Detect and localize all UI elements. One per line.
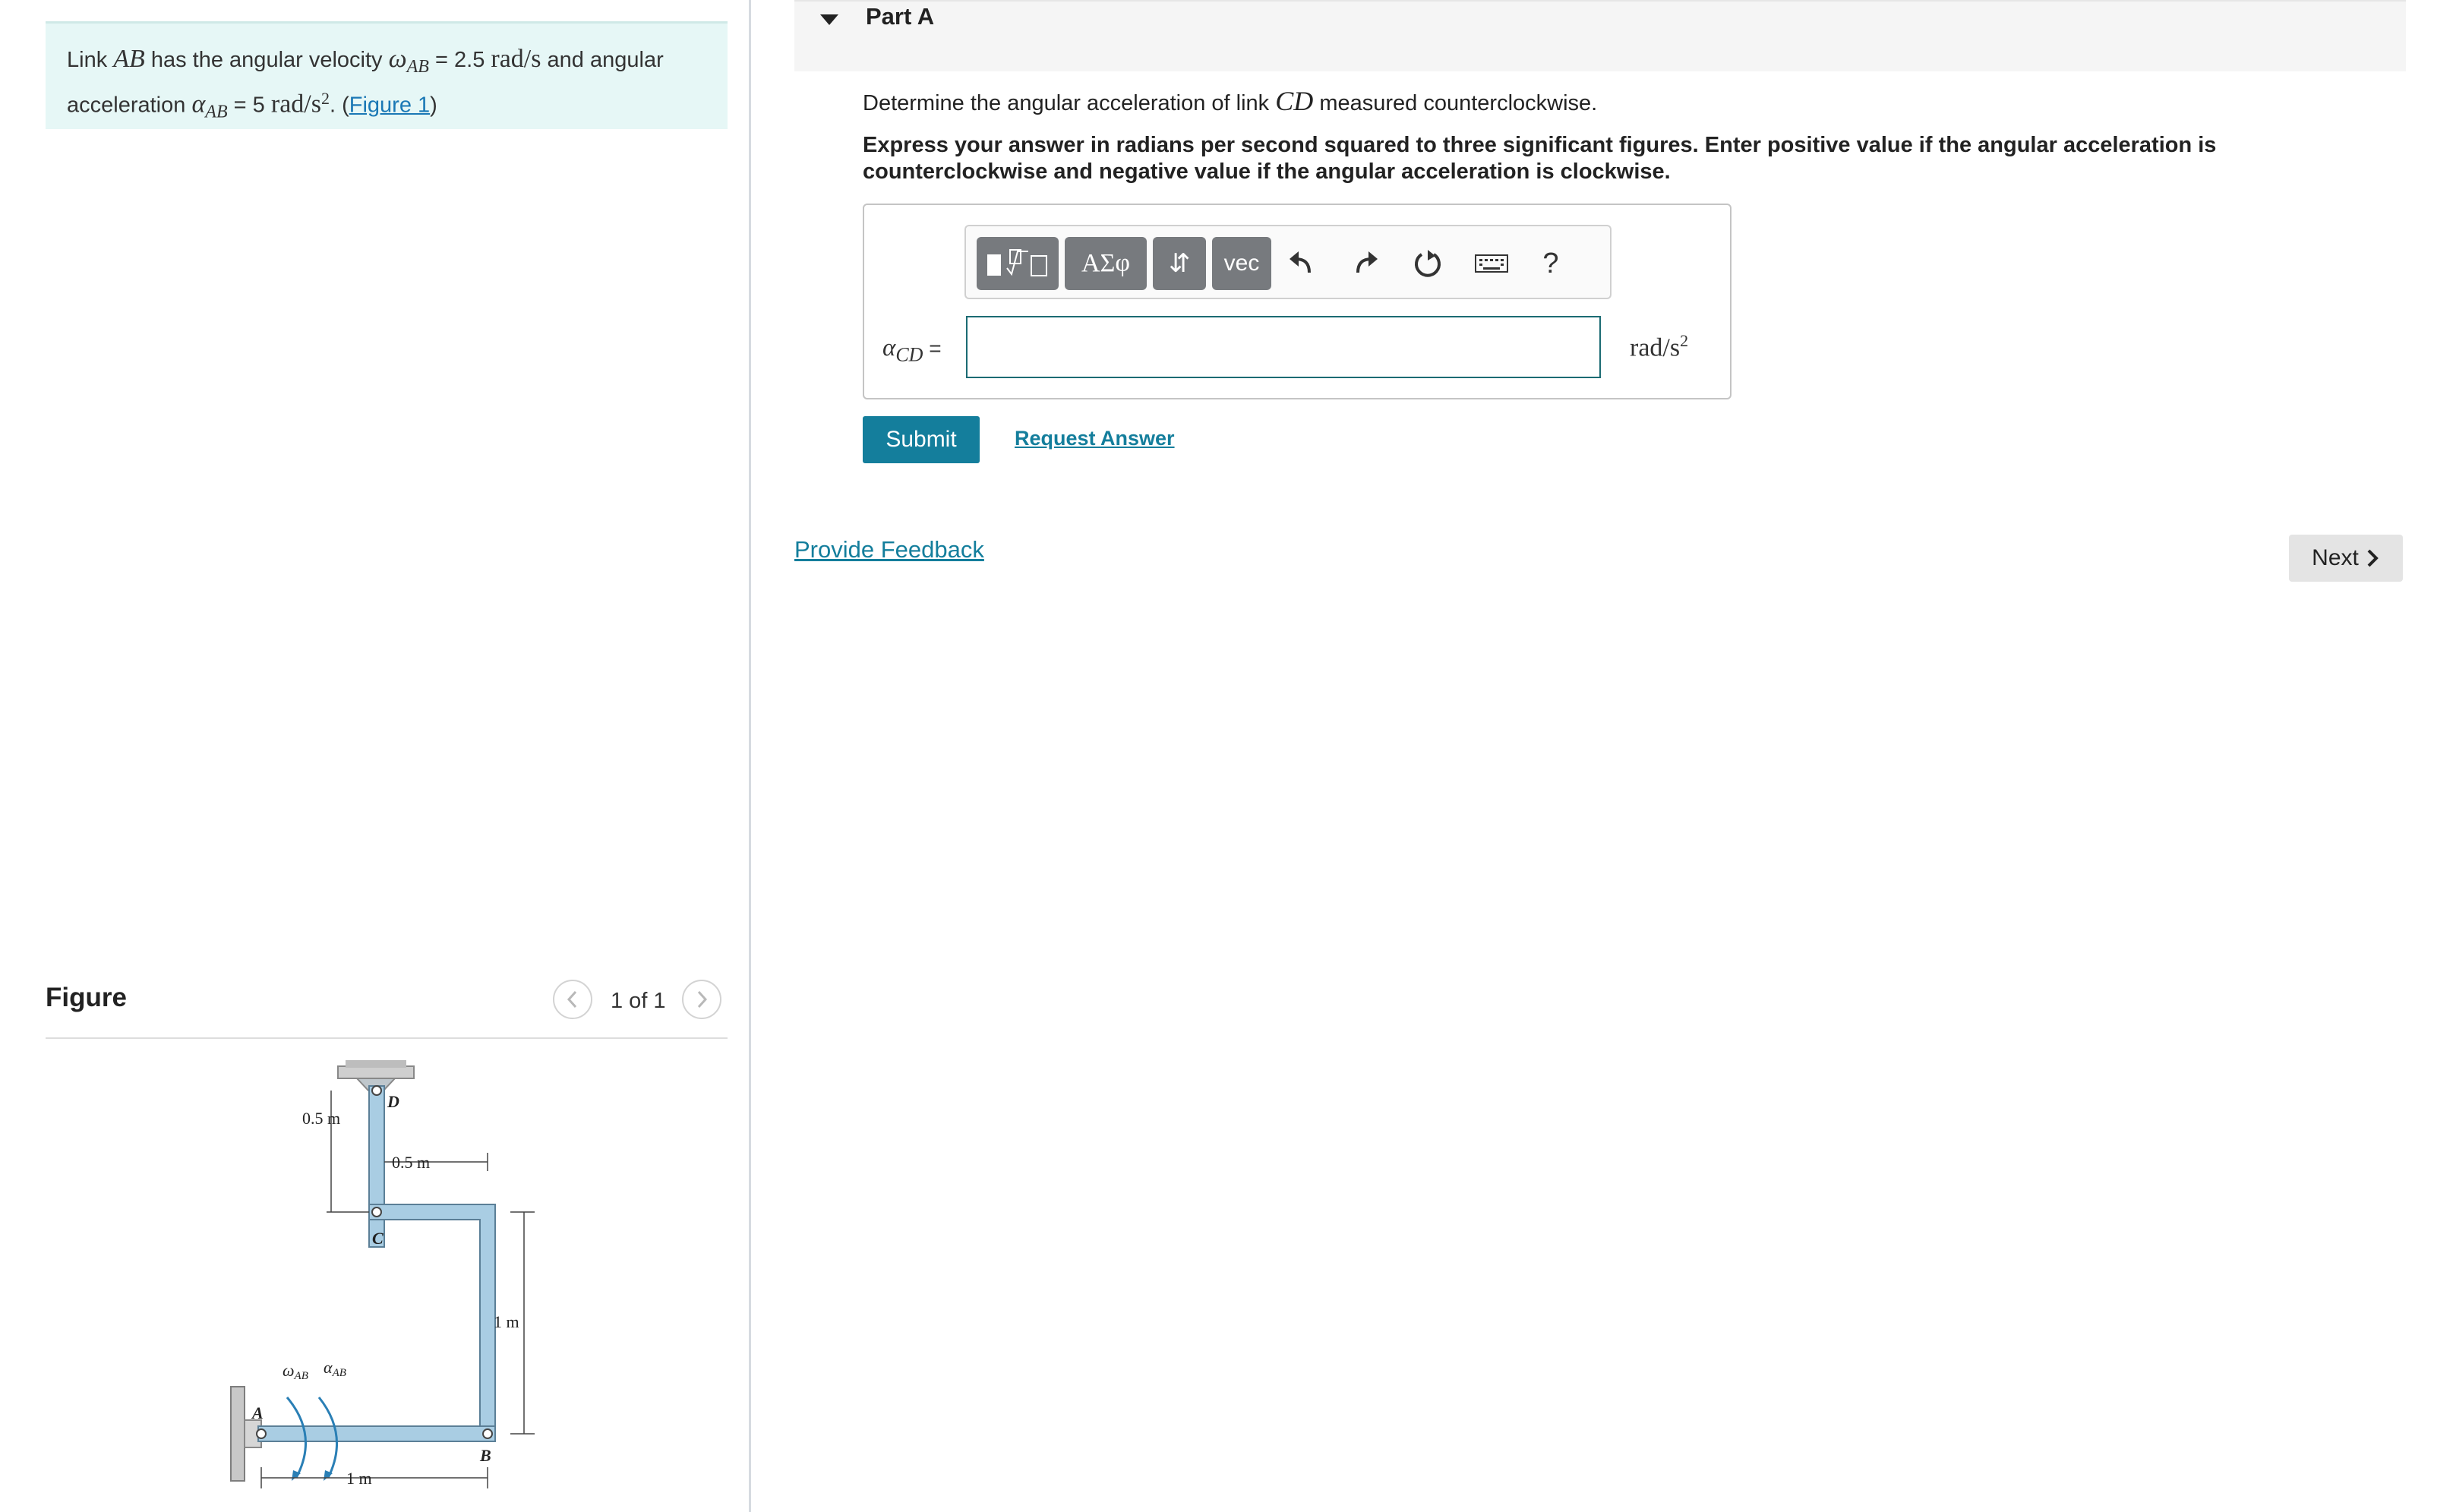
chevron-right-icon	[697, 990, 708, 1009]
keyboard-icon	[1475, 254, 1508, 273]
label-a: A	[251, 1403, 264, 1422]
left-panel: Link AB has the angular velocity ωAB = 2…	[0, 0, 749, 1512]
math-toolbar: ΑΣφ ⇵ vec ?	[964, 225, 1612, 299]
chevron-left-icon	[567, 990, 577, 1009]
redo-icon	[1356, 251, 1378, 273]
alpha-unit: rad/s	[270, 90, 321, 118]
alpha-value: = 5	[227, 93, 271, 118]
label-b: B	[479, 1446, 491, 1465]
pin-b	[482, 1428, 493, 1439]
dim-label-cd: 0.5 m	[302, 1109, 340, 1128]
figure-link[interactable]: Figure 1	[349, 93, 430, 117]
panel-divider[interactable]	[749, 0, 751, 1512]
link-cd	[368, 1085, 385, 1248]
part-a-header[interactable]: Part A	[794, 0, 2406, 71]
dim-label-bottom: 1 m	[346, 1469, 372, 1488]
undo-icon	[1290, 251, 1311, 273]
alpha-figure-sub: AB	[332, 1367, 346, 1379]
omega-label: ωAB	[283, 1361, 308, 1382]
alpha-unit-exponent: 2	[320, 88, 330, 108]
question-pre: Determine the angular acceleration of li…	[863, 91, 1276, 115]
label-d: D	[387, 1092, 399, 1111]
greek-symbols-button[interactable]: ΑΣφ	[1065, 237, 1147, 290]
mechanism-figure: D C A B 0.5 m 0.5 m 1 m 1 m ωAB αAB	[230, 1060, 535, 1488]
ceiling-cap	[346, 1060, 406, 1068]
question-post: measured counterclockwise.	[1313, 91, 1598, 115]
submit-button[interactable]: Submit	[863, 416, 980, 463]
omega-symbol: ω	[388, 45, 407, 73]
dim-label-top: 0.5 m	[392, 1153, 430, 1172]
answer-equals: =	[923, 336, 942, 360]
figure-title: Figure	[46, 983, 127, 1012]
keyboard-button[interactable]	[1470, 238, 1513, 289]
problem-text: acceleration	[67, 93, 192, 118]
dim-label-right: 1 m	[494, 1312, 519, 1331]
answer-subscript: CD	[895, 343, 923, 366]
units-text: rad/s	[1630, 333, 1681, 362]
omega-subscript: AB	[406, 56, 429, 77]
problem-text: . (	[329, 93, 349, 118]
figure-counter: 1 of 1	[611, 989, 666, 1013]
answer-symbol: α	[882, 334, 896, 361]
provide-feedback-link[interactable]: Provide Feedback	[794, 536, 984, 563]
units-exponent: 2	[1680, 331, 1689, 350]
figure-header: Figure 1 of 1	[46, 980, 728, 1039]
request-answer-link[interactable]: Request Answer	[1015, 427, 1175, 450]
answer-instructions: Express your answer in radians per secon…	[863, 133, 2217, 184]
link-bc	[368, 1204, 496, 1435]
vector-button[interactable]: vec	[1212, 237, 1271, 290]
redo-button[interactable]	[1344, 238, 1387, 289]
next-label: Next	[2312, 545, 2359, 570]
problem-text: )	[430, 93, 437, 118]
collapse-caret-icon[interactable]	[819, 12, 840, 27]
answer-label: αCD =	[882, 333, 942, 367]
answer-units: rad/s2	[1630, 331, 1688, 362]
problem-text: has the angular velocity	[144, 48, 389, 72]
chevron-right-icon	[2367, 549, 2379, 567]
pin-c	[371, 1207, 382, 1217]
next-button[interactable]: Next	[2289, 535, 2403, 582]
question-text: Determine the angular acceleration of li…	[863, 85, 1597, 117]
templates-icon	[987, 249, 1047, 276]
previous-figure-button[interactable]	[553, 980, 592, 1019]
alpha-symbol: α	[191, 90, 206, 118]
problem-text: Link	[67, 48, 114, 72]
link-ab	[257, 1425, 496, 1442]
omega-value: = 2.5	[428, 48, 491, 72]
arrows-button[interactable]: ⇵	[1153, 237, 1206, 290]
wall-support	[230, 1386, 245, 1482]
undo-button[interactable]	[1280, 238, 1323, 289]
alpha-subscript: AB	[205, 102, 228, 122]
omega-figure-symbol: ω	[283, 1361, 295, 1380]
pin-d	[371, 1085, 382, 1096]
omega-unit: rad/s	[491, 45, 541, 73]
templates-button[interactable]	[977, 237, 1059, 290]
pin-a	[256, 1428, 267, 1439]
label-c: C	[372, 1229, 384, 1248]
answer-box: ΑΣφ ⇵ vec ? αCD = rad/s2	[863, 204, 1732, 399]
reset-icon	[1415, 250, 1441, 277]
link-cd-label: CD	[1275, 86, 1314, 116]
answer-input[interactable]	[966, 316, 1601, 378]
part-title: Part A	[866, 3, 935, 30]
alpha-label: αAB	[324, 1358, 346, 1379]
omega-figure-sub: AB	[294, 1370, 308, 1382]
help-button[interactable]: ?	[1529, 238, 1572, 289]
problem-statement: Link AB has the angular velocity ωAB = 2…	[46, 21, 728, 129]
reset-button[interactable]	[1406, 238, 1449, 289]
alpha-figure-symbol: α	[324, 1358, 333, 1377]
problem-text: and angular	[541, 48, 664, 72]
next-figure-button[interactable]	[682, 980, 721, 1019]
ceiling-support	[337, 1065, 415, 1079]
link-ab-label: AB	[113, 45, 145, 73]
